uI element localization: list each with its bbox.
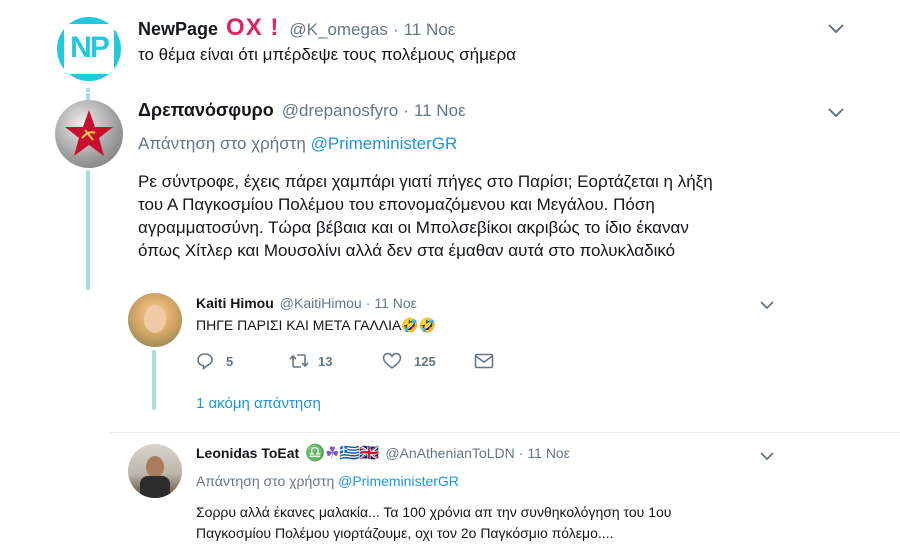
user-name[interactable]: NewPage bbox=[138, 19, 218, 40]
tweet-text-line: του Α Παγκοσμίου Πολέμου του επονομαζόμε… bbox=[138, 195, 655, 214]
user-handle[interactable]: @drepanosfyro bbox=[282, 101, 399, 121]
user-name[interactable]: Kaiti Himou bbox=[196, 295, 274, 311]
tweet-text-line: Παγκοσμίου Πολέμου γιορτάζουμε, οχι τον … bbox=[196, 525, 614, 541]
dm-icon bbox=[474, 353, 494, 369]
name-badges: ♎☘🇬🇷🇬🇧 bbox=[305, 445, 380, 462]
tweet-text-line: όπως Χίτλερ και Μουσολίνι αλλά δεν στα έ… bbox=[138, 241, 676, 260]
separator-dot: · bbox=[403, 101, 409, 120]
tweet-text: το θέμα είναι ότι μπέρδεψε τους πολέμους… bbox=[138, 45, 517, 64]
chevron-down-icon[interactable] bbox=[828, 108, 844, 120]
divider bbox=[110, 432, 900, 433]
user-handle[interactable]: @AnAthenianToLDN bbox=[385, 445, 514, 461]
reply-context: Απάντηση στο χρήστη @PrimeministerGR bbox=[138, 134, 457, 154]
tweet-header: Δρεπανόσφυρο @drepanosfyro · 11 Νοε bbox=[138, 100, 466, 124]
tweet-date[interactable]: 11 Νοε bbox=[374, 295, 417, 311]
tweet-date[interactable]: 11 Νοε bbox=[414, 101, 466, 121]
reply-context: Απάντηση στο χρήστη @PrimeministerGR bbox=[196, 473, 459, 489]
tweet-date[interactable]: 11 Νοε bbox=[404, 20, 456, 40]
like-button[interactable]: 125 bbox=[382, 352, 436, 370]
direct-message-button[interactable] bbox=[474, 353, 494, 369]
tweet-header: Leonidas ToEat ♎☘🇬🇷🇬🇧 @AnAthenianToLDN ·… bbox=[196, 443, 570, 465]
tweet-date[interactable]: 11 Νοε bbox=[527, 445, 570, 461]
avatar-face bbox=[146, 456, 164, 478]
thread-line-2 bbox=[86, 170, 90, 290]
chevron-down-icon[interactable] bbox=[828, 24, 844, 36]
user-handle[interactable]: @KaitiHimou bbox=[280, 295, 362, 311]
tweet-header: NewPage ΟΧ ! @K_omegas · 11 Νοε bbox=[138, 14, 456, 41]
tweet-text-line: αγραμματοσύνη. Τώρα βέβαια και οι Μπολσε… bbox=[138, 218, 689, 237]
reply-to-link[interactable]: @PrimeministerGR bbox=[338, 473, 459, 489]
reply-prefix: Απάντηση στο χρήστη bbox=[196, 473, 335, 489]
separator-dot: · bbox=[518, 445, 524, 461]
tweet-text: Ρε σύντροφε, έχεις πάρει χαμπάρι γιατί π… bbox=[138, 170, 713, 262]
user-name[interactable]: Δρεπανόσφυρο bbox=[138, 100, 274, 121]
tweet-text: ΠΗΓΕ ΠΑΡΙΣΙ ΚΑΙ ΜΕΤΑ ΓΑΛΛΙΑ🤣🤣 bbox=[196, 317, 437, 333]
avatar[interactable] bbox=[128, 293, 182, 347]
reply-count: 5 bbox=[226, 353, 234, 369]
avatar-face bbox=[144, 305, 166, 333]
like-icon bbox=[382, 352, 402, 370]
chevron-down-icon[interactable] bbox=[760, 301, 774, 311]
star-icon bbox=[65, 110, 113, 156]
tweet-header: Kaiti Himou @KaitiHimou · 11 Νοε bbox=[196, 295, 417, 315]
tweet-text-line: Σορρυ αλλά έκανες μαλακία... Τα 100 χρόν… bbox=[196, 504, 672, 520]
user-name[interactable]: Leonidas ToEat bbox=[196, 445, 299, 461]
user-handle[interactable]: @K_omegas bbox=[289, 20, 388, 40]
divider bbox=[0, 92, 900, 93]
tweet-text: Σορρυ αλλά έκανες μαλακία... Τα 100 χρόν… bbox=[196, 502, 671, 544]
reply-icon bbox=[196, 352, 214, 370]
avatar-body bbox=[140, 476, 170, 498]
reply-prefix: Απάντηση στο χρήστη bbox=[138, 134, 306, 153]
separator-dot: · bbox=[365, 295, 371, 311]
avatar-logo-text: NP bbox=[70, 31, 110, 64]
name-badges: ΟΧ ! bbox=[226, 14, 280, 41]
reply-to-link[interactable]: @PrimeministerGR bbox=[311, 134, 458, 153]
like-count: 125 bbox=[414, 353, 436, 369]
tweet-text-line: Ρε σύντροφε, έχεις πάρει χαμπάρι γιατί π… bbox=[138, 172, 713, 191]
retweet-icon bbox=[288, 352, 310, 370]
retweet-count: 13 bbox=[318, 353, 333, 369]
avatar[interactable]: NP bbox=[57, 17, 121, 81]
thread-line-3 bbox=[152, 350, 156, 410]
chevron-down-icon[interactable] bbox=[760, 452, 774, 462]
avatar[interactable] bbox=[128, 444, 182, 498]
reply-button[interactable]: 5 bbox=[196, 352, 233, 370]
show-more-replies-link[interactable]: 1 ακόμη απάντηση bbox=[196, 395, 321, 412]
retweet-button[interactable]: 13 bbox=[288, 352, 332, 370]
separator-dot: · bbox=[392, 20, 399, 39]
avatar[interactable] bbox=[55, 100, 123, 168]
